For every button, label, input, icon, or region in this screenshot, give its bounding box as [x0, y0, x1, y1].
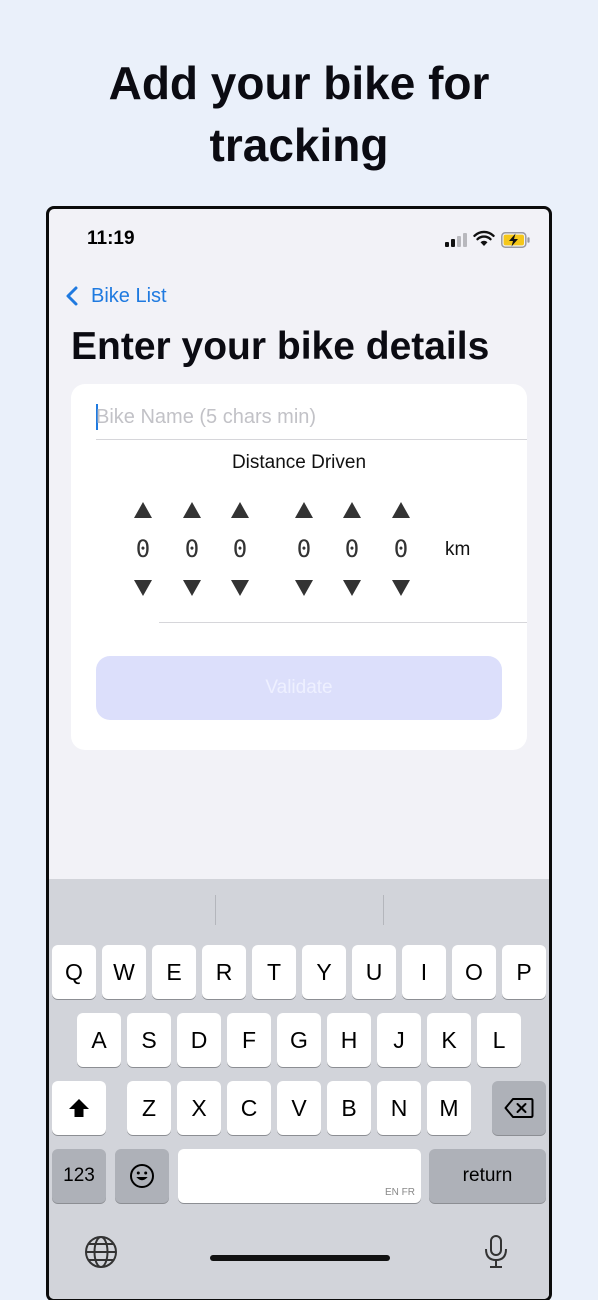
- bike-name-field[interactable]: [96, 394, 527, 440]
- space-key[interactable]: EN FR: [178, 1149, 421, 1203]
- key-b[interactable]: B: [327, 1081, 371, 1135]
- key-e[interactable]: E: [152, 945, 196, 999]
- suggestion-divider: [383, 895, 384, 925]
- decrement-arrow-icon[interactable]: [231, 580, 249, 596]
- keyboard-language-label: EN FR: [385, 1187, 415, 1198]
- increment-arrow-icon[interactable]: [392, 502, 410, 518]
- key-f[interactable]: F: [227, 1013, 271, 1067]
- key-o[interactable]: O: [452, 945, 496, 999]
- increment-arrow-icon[interactable]: [183, 502, 201, 518]
- numbers-key[interactable]: 123: [52, 1149, 106, 1203]
- increment-arrow-icon[interactable]: [231, 502, 249, 518]
- distance-digit-picker[interactable]: 0: [381, 502, 421, 596]
- page-title: Enter your bike details: [71, 325, 490, 368]
- increment-arrow-icon[interactable]: [134, 502, 152, 518]
- key-t[interactable]: T: [252, 945, 296, 999]
- emoji-icon: [130, 1164, 154, 1188]
- decrement-arrow-icon[interactable]: [295, 580, 313, 596]
- distance-digit-picker[interactable]: 0: [332, 502, 372, 596]
- validate-button[interactable]: Validate: [96, 656, 502, 720]
- keyboard: Q W E R T Y U I O P A S D F G H J K L Z …: [49, 879, 549, 1299]
- emoji-key[interactable]: [115, 1149, 169, 1203]
- distance-digit-picker[interactable]: 0: [220, 502, 260, 596]
- key-y[interactable]: Y: [302, 945, 346, 999]
- distance-digit-value: 0: [135, 535, 151, 563]
- hero-title-line1: Add your bike for: [108, 57, 490, 109]
- distance-digit-picker[interactable]: 0: [172, 502, 212, 596]
- return-key[interactable]: return: [429, 1149, 546, 1203]
- key-h[interactable]: H: [327, 1013, 371, 1067]
- key-c[interactable]: C: [227, 1081, 271, 1135]
- key-k[interactable]: K: [427, 1013, 471, 1067]
- distance-digit-value: 0: [184, 535, 200, 563]
- key-m[interactable]: M: [427, 1081, 471, 1135]
- bike-name-input[interactable]: [96, 394, 527, 440]
- decrement-arrow-icon[interactable]: [183, 580, 201, 596]
- back-button-label: Bike List: [91, 284, 167, 307]
- microphone-icon[interactable]: [480, 1233, 512, 1271]
- globe-icon[interactable]: [84, 1235, 118, 1269]
- decrement-arrow-icon[interactable]: [134, 580, 152, 596]
- delete-key[interactable]: [492, 1081, 546, 1135]
- distance-digit-value: 0: [393, 535, 409, 563]
- battery-charging-icon: [501, 232, 530, 248]
- key-j[interactable]: J: [377, 1013, 421, 1067]
- increment-arrow-icon[interactable]: [343, 502, 361, 518]
- key-q[interactable]: Q: [52, 945, 96, 999]
- key-z[interactable]: Z: [127, 1081, 171, 1135]
- shift-icon: [69, 1099, 89, 1117]
- distance-digit-picker[interactable]: 0: [123, 502, 163, 596]
- suggestion-divider: [215, 895, 216, 925]
- distance-digit-value: 0: [232, 535, 248, 563]
- distance-unit: km: [445, 539, 471, 560]
- cellular-signal-icon: [445, 233, 467, 247]
- key-x[interactable]: X: [177, 1081, 221, 1135]
- distance-digit-picker[interactable]: 0: [284, 502, 324, 596]
- decrement-arrow-icon[interactable]: [392, 580, 410, 596]
- increment-arrow-icon[interactable]: [295, 502, 313, 518]
- hero-title-line2: tracking: [209, 119, 389, 171]
- key-u[interactable]: U: [352, 945, 396, 999]
- key-r[interactable]: R: [202, 945, 246, 999]
- status-time: 11:19: [87, 228, 135, 249]
- decrement-arrow-icon[interactable]: [343, 580, 361, 596]
- key-p[interactable]: P: [502, 945, 546, 999]
- wifi-icon: [473, 230, 495, 246]
- distance-digit-value: 0: [296, 535, 312, 563]
- status-bar: 11:19: [49, 209, 549, 269]
- delete-icon: [504, 1098, 534, 1118]
- key-a[interactable]: A: [77, 1013, 121, 1067]
- key-i[interactable]: I: [402, 945, 446, 999]
- phone-screen: 11:19 Bike List Enter your bike details: [46, 206, 552, 1300]
- home-indicator: [210, 1255, 390, 1261]
- key-d[interactable]: D: [177, 1013, 221, 1067]
- key-n[interactable]: N: [377, 1081, 421, 1135]
- key-w[interactable]: W: [102, 945, 146, 999]
- hero-title: Add your bike for tracking: [0, 52, 598, 176]
- distance-digit-value: 0: [344, 535, 360, 563]
- distance-label: Distance Driven: [231, 452, 367, 473]
- chevron-left-icon: [66, 286, 78, 306]
- back-button[interactable]: Bike List: [61, 281, 167, 311]
- divider: [159, 622, 527, 623]
- bike-form-card: Distance Driven 0 0 0 0 0 0: [71, 384, 527, 750]
- key-l[interactable]: L: [477, 1013, 521, 1067]
- key-s[interactable]: S: [127, 1013, 171, 1067]
- key-v[interactable]: V: [277, 1081, 321, 1135]
- key-g[interactable]: G: [277, 1013, 321, 1067]
- shift-key[interactable]: [52, 1081, 106, 1135]
